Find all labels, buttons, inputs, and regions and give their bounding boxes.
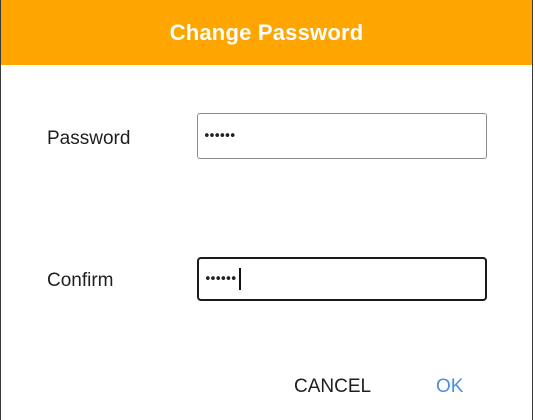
ok-button[interactable]: OK <box>436 376 463 398</box>
confirm-masked-value: •••••• <box>204 271 238 287</box>
change-password-dialog: Change Password Password •••••• Confirm … <box>0 0 533 420</box>
confirm-label: Confirm <box>47 270 114 291</box>
dialog-title: Change Password <box>169 19 364 45</box>
confirm-password-input[interactable]: •••••• <box>197 257 487 301</box>
cancel-button[interactable]: CANCEL <box>294 376 371 398</box>
password-label: Password <box>47 128 131 149</box>
password-masked-value: •••••• <box>203 128 237 144</box>
dialog-title-bar: Change Password <box>1 0 532 65</box>
text-caret <box>239 268 241 290</box>
password-input[interactable]: •••••• <box>197 113 487 159</box>
